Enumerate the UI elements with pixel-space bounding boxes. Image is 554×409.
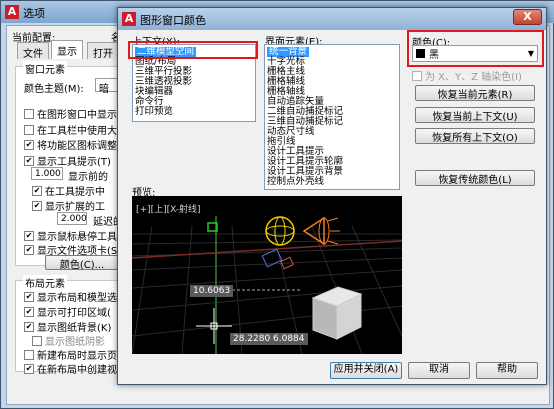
checkbox-box (412, 70, 422, 81)
checkbox-box: ✔ (24, 244, 34, 255)
autocad-logo-icon: A (122, 12, 136, 26)
dimension-tooltip-x: 28.2280 (230, 333, 274, 345)
checkbox-label: 将功能区图标调整 (37, 141, 117, 152)
element-list[interactable]: 统一背景 十字光标 栅格主线 栅格辅线 栅格轴线 自动追踪矢量 二维自动捕捉标记… (264, 44, 400, 190)
checkbox-label: 在工具栏中使用大 (37, 126, 117, 137)
preview-scene (132, 216, 402, 354)
checkbox-box: ✔ (32, 185, 42, 196)
checkbox-page-setup-manager[interactable]: 新建布局时显示页 (24, 347, 117, 362)
restore-classic-colors-button[interactable]: 恢复传统颜色(L) (415, 170, 535, 186)
checkbox-box: ✔ (24, 306, 34, 317)
checkbox-label: 为 X、Y、Z 轴染色(I) (425, 72, 522, 83)
checkbox-box (24, 349, 34, 360)
colors-button[interactable]: 颜色(C)... (45, 255, 119, 271)
checkbox-box (32, 335, 42, 346)
crosshair-cursor-icon (196, 308, 232, 344)
checkbox-label: 显示图纸阴影 (45, 337, 105, 348)
checkbox-label: 显示工具提示(T) (37, 157, 111, 168)
help-button[interactable]: 帮助 (476, 362, 538, 379)
restore-all-contexts-button[interactable]: 恢复所有上下文(O) (415, 128, 535, 144)
light-sphere-icon (265, 216, 295, 246)
checkbox-label: 在图形窗口中显示 (37, 110, 117, 121)
checkbox-layout-tabs[interactable]: ✔ 显示布局和模型选 (24, 289, 117, 304)
dimension-tooltip-y: 6.0884 (270, 333, 308, 345)
checkbox-box: ✔ (24, 291, 34, 302)
tab-display[interactable]: 显示 (51, 40, 83, 59)
tab-files[interactable]: 文件 (17, 42, 49, 60)
checkbox-label: 显示扩展的工 (45, 202, 105, 213)
checkbox-label: 新建布局时显示页 (37, 351, 117, 362)
element-item[interactable]: 控制点外壳线 (267, 177, 324, 187)
checkbox-extended-tooltips[interactable]: ✔ 显示扩展的工 (32, 198, 105, 213)
checkbox-box: ✔ (24, 230, 34, 241)
color-scheme-label: 颜色主题(M): (24, 84, 84, 95)
checkbox-label: 显示布局和模型选 (37, 293, 117, 304)
apply-close-button[interactable]: 应用并关闭(A) (330, 362, 402, 379)
checkbox-rollover-tooltips[interactable]: ✔ 显示鼠标悬停工具 (24, 228, 117, 243)
checkbox-box (24, 124, 34, 135)
checkbox-box: ✔ (24, 155, 34, 166)
checkbox-box: ✔ (24, 321, 34, 332)
dialog-title: 图形窗口颜色 (140, 14, 206, 27)
checkbox-resize-ribbon-icons[interactable]: ✔ 将功能区图标调整 (24, 137, 117, 152)
tooltip-delay-label: 显示前的 (68, 172, 108, 183)
checkbox-create-viewport[interactable]: ✔ 在新布局中创建视 (24, 361, 117, 376)
checkbox-show-scrollbars[interactable]: 在图形窗口中显示 (24, 106, 117, 121)
checkbox-paper-background[interactable]: ✔ 显示图纸背景(K) (24, 319, 111, 334)
checkbox-label: 显示图纸背景(K) (37, 323, 112, 334)
checkbox-box: ✔ (24, 139, 34, 150)
checkbox-tint-axes[interactable]: 为 X、Y、Z 轴染色(I) (412, 68, 522, 83)
checkbox-label: 显示可打印区域( (37, 308, 111, 319)
checkbox-paper-shadow[interactable]: 显示图纸阴影 (32, 333, 105, 348)
checkbox-printable-area[interactable]: ✔ 显示可打印区域( (24, 304, 111, 319)
window-elements-title: 窗口元素 (23, 61, 67, 76)
checkbox-label: 在新布局中创建视 (37, 365, 117, 376)
options-title: 选项 (23, 7, 45, 20)
restore-current-element-button[interactable]: 恢复当前元素(R) (415, 85, 535, 101)
checkbox-box: ✔ (24, 363, 34, 374)
spotlight-cone-icon (302, 216, 340, 246)
close-button[interactable]: X (513, 9, 542, 25)
autocad-logo-icon: A (5, 5, 19, 19)
context-item[interactable]: 打印预览 (135, 107, 173, 117)
tab-open[interactable]: 打开 (87, 42, 119, 60)
cancel-button[interactable]: 取消 (408, 362, 470, 379)
3d-box (311, 286, 363, 340)
color-highlight (407, 30, 544, 67)
checkbox-shortcut-in-tooltips[interactable]: ✔ 在工具提示中 (32, 183, 105, 198)
checkbox-large-buttons[interactable]: 在工具栏中使用大 (24, 122, 117, 137)
close-icon: X (523, 10, 532, 23)
checkbox-label: 在工具提示中 (45, 187, 105, 198)
checkbox-box: ✔ (32, 200, 42, 211)
preview-canvas: [+][上][X-射线] 10.6063 28.2280 6.0884 (132, 196, 402, 354)
viewport-label: [+][上][X-射线] (136, 205, 201, 215)
extended-delay-input[interactable]: 2.000 (57, 212, 87, 225)
checkbox-label: 显示鼠标悬停工具 (37, 232, 117, 243)
restore-current-context-button[interactable]: 恢复当前上下文(U) (415, 107, 535, 123)
layout-elements-title: 布局元素 (23, 275, 67, 290)
checkbox-show-tooltips[interactable]: ✔ 显示工具提示(T) (24, 153, 111, 168)
drawing-window-colors-dialog: A 图形窗口颜色 X 上下文(X): 二维模型空间 图纸/布局 三维平行投影 三… (117, 7, 547, 385)
tooltip-delay-input[interactable]: 1.000 (31, 167, 63, 180)
checkbox-box (24, 108, 34, 119)
context-selection-highlight (128, 41, 258, 59)
dimension-tooltip-length: 10.6063 (190, 285, 234, 297)
